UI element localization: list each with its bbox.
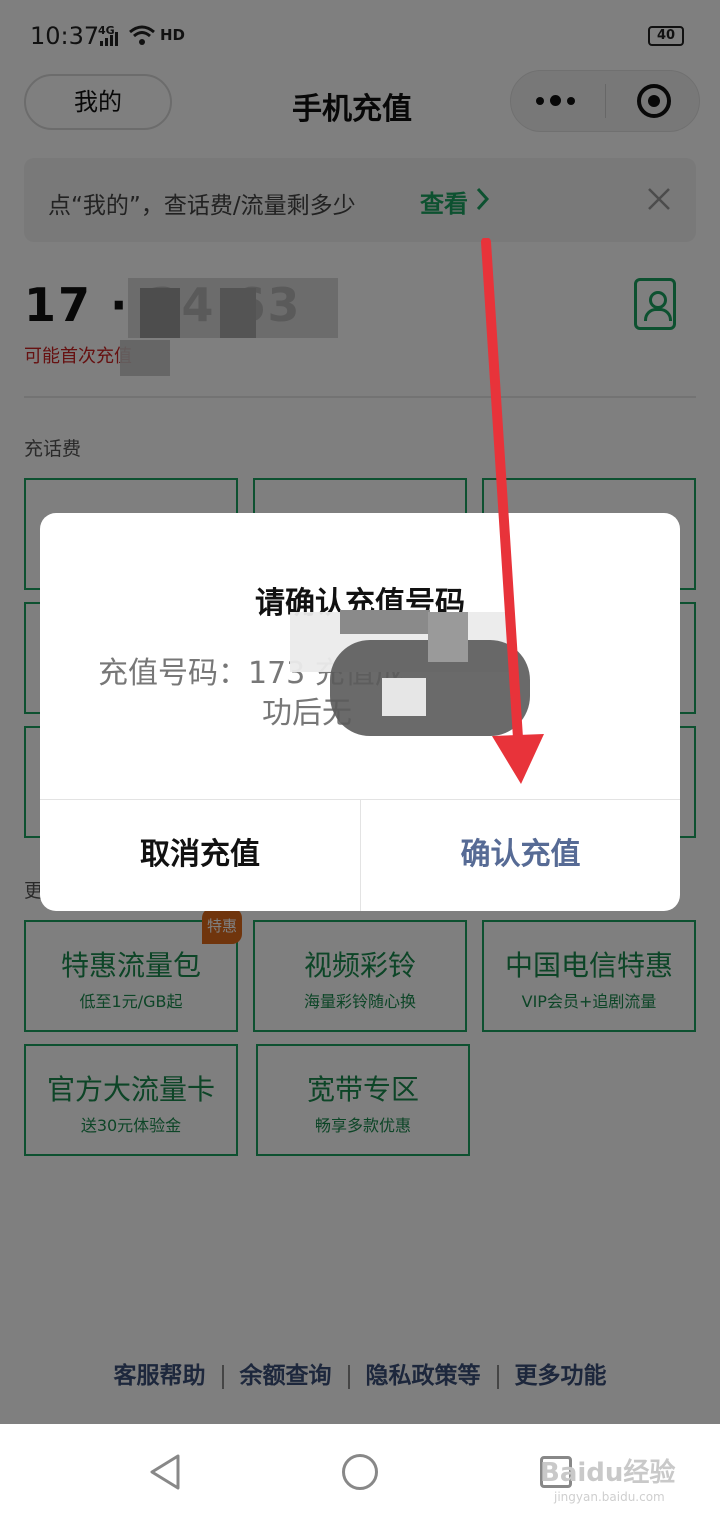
watermark-logo: Baidu经验: [540, 1458, 676, 1488]
back-icon[interactable]: [148, 1452, 182, 1492]
watermark-url: jingyan.baidu.com: [554, 1490, 665, 1504]
home-icon[interactable]: [342, 1454, 378, 1490]
privacy-blur: [382, 678, 426, 716]
privacy-blur: [340, 610, 430, 634]
cancel-recharge-button[interactable]: 取消充值: [40, 800, 360, 910]
annotation-arrow-icon: [481, 238, 544, 784]
privacy-blur: [428, 612, 468, 662]
confirm-recharge-button[interactable]: 确认充值: [361, 800, 680, 910]
